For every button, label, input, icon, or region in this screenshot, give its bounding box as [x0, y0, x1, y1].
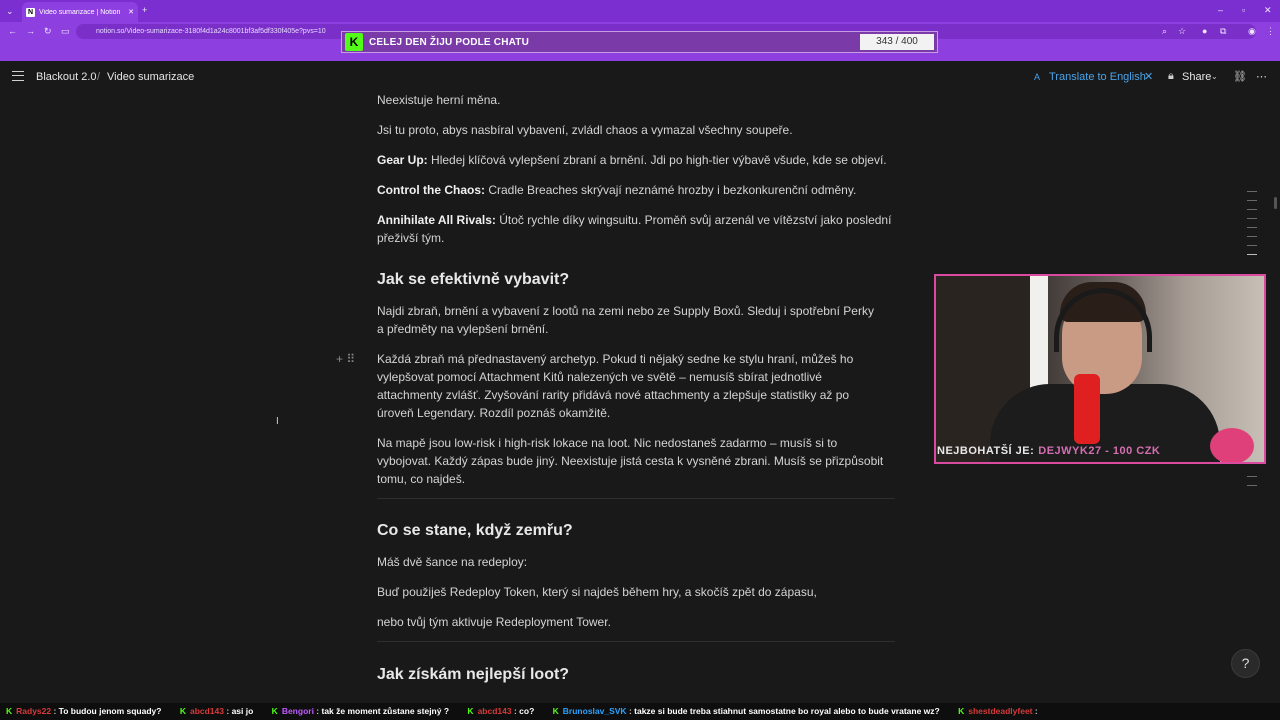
donor-value: DEJWYK27 - 100 CZK [1038, 445, 1161, 457]
goal-text: CELEJ DEN ŽIJU PODLE CHATU [369, 36, 530, 48]
translate-icon: A [1034, 72, 1041, 82]
bold-label: Control the Chaos: [377, 183, 485, 197]
chat-username: shestdeadlyfeet [968, 706, 1033, 716]
kick-badge-icon: K [271, 706, 278, 716]
share-button[interactable]: Share [1182, 71, 1211, 83]
breadcrumb-workspace[interactable]: Blackout 2.0 [36, 71, 97, 83]
breadcrumb-separator: / [97, 71, 101, 83]
extensions-puzzle-icon[interactable]: ⧉ [1220, 26, 1226, 36]
kick-badge-icon: K [467, 706, 474, 716]
block-drag-handle-icon[interactable]: + ⠿ [336, 352, 355, 366]
heading[interactable]: Jak se efektivně vybavit? [377, 271, 569, 289]
profile-avatar-icon[interactable]: ◉ [1248, 26, 1256, 36]
paragraph-text: Hledej klíčová vylepšení zbraní a brnění… [427, 153, 887, 167]
minimize-icon[interactable]: – [1218, 5, 1223, 15]
chat-username: abcd143 [477, 706, 512, 716]
chat-username: Bengori [281, 706, 314, 716]
notion-topbar: Blackout 2.0 / Video sumarizace A Transl… [0, 61, 1280, 93]
reload-icon[interactable]: ↻ [44, 26, 52, 36]
hamburger-menu-icon[interactable] [12, 71, 24, 81]
chat-username: Brunoslav_SVK [562, 706, 627, 716]
webcam-frame [934, 274, 1266, 464]
extension-icon[interactable]: ● [1202, 26, 1207, 36]
lock-icon: 🔒︎ [1168, 70, 1174, 82]
kick-logo-icon: K [345, 33, 363, 51]
breadcrumb-page[interactable]: Video sumarizace [107, 71, 194, 83]
chat-message: K Bengori : tak že moment zůstane stejný … [271, 706, 450, 716]
paragraph[interactable]: Gear Up: Hledej klíčová vylepšení zbraní… [377, 151, 892, 169]
scrollbar-thumb[interactable] [1274, 197, 1277, 209]
sidebar-toggle-icon[interactable]: ▭ [61, 26, 70, 36]
paragraph[interactable]: Buď použiješ Redeploy Token, který si na… [377, 583, 892, 601]
chat-message: Kshestdeadlyfeet : [958, 706, 1038, 716]
copy-link-icon[interactable]: ⛓︎ [1233, 70, 1247, 83]
paragraph[interactable]: Annihilate All Rivals: Útoč rychle díky … [377, 211, 897, 247]
chat-text: takze si bude treba stiahnut samostatne … [634, 706, 940, 716]
kick-badge-icon: K [958, 706, 965, 716]
back-icon[interactable]: ← [8, 26, 17, 36]
tab-menu-icon[interactable]: ⌄ [6, 6, 14, 16]
chat-message: K Radys22 : To budou jenom squady? [6, 706, 162, 716]
goal-count: 343 / 400 [860, 34, 934, 50]
chat-text: tak že moment zůstane stejný ? [321, 706, 450, 716]
divider [377, 641, 895, 642]
tab-title: Video sumarizace | Notion [39, 8, 121, 16]
chat-ticker: K Radys22 : To budou jenom squady? Kabcd1… [0, 703, 1280, 720]
browser-tab-bar: ⌄ N Video sumarizace | Notion ✕ + – ▫ ✕ [0, 0, 1280, 22]
bold-label: Annihilate All Rivals: [377, 213, 496, 227]
paragraph[interactable]: nebo tvůj tým aktivuje Redeployment Towe… [377, 613, 892, 631]
translate-button[interactable]: Translate to English [1049, 71, 1146, 83]
donor-label: NEJBOHATŠÍ JE: [937, 445, 1035, 457]
chat-username: Radys22 [16, 706, 52, 716]
translate-dismiss-icon[interactable]: ✕ [1144, 70, 1153, 83]
bookmark-star-icon[interactable]: ☆ [1178, 26, 1186, 36]
zoom-icon[interactable]: ⌕ [1162, 26, 1167, 36]
paragraph[interactable]: Každá zbraň má přednastavený archetyp. P… [377, 350, 889, 422]
browser-menu-icon[interactable]: ⋮ [1266, 26, 1275, 36]
browser-tab[interactable]: N Video sumarizace | Notion ✕ [22, 2, 138, 22]
chat-username: abcd143 [189, 706, 224, 716]
webcam-overlay [934, 274, 1266, 464]
chat-message: Kabcd143 : asi jo [179, 706, 254, 716]
heading[interactable]: Co se stane, když zemřu? [377, 522, 573, 540]
paragraph[interactable]: Máš dvě šance na redeploy: [377, 553, 892, 571]
stream-goal-overlay: K CELEJ DEN ŽIJU PODLE CHATU 343 / 400 [341, 31, 938, 53]
maximize-icon[interactable]: ▫ [1242, 5, 1245, 15]
chat-message: Kabcd143 : co? [467, 706, 535, 716]
paragraph-text: Cradle Breaches skrývají neznámé hrozby … [485, 183, 857, 197]
chevron-down-icon[interactable]: ⌄ [1211, 72, 1218, 81]
close-window-icon[interactable]: ✕ [1264, 5, 1272, 15]
chat-text: co? [519, 706, 535, 716]
bold-label: Gear Up: [377, 153, 428, 167]
paragraph[interactable]: Jsi tu proto, abys nasbíral vybavení, zv… [377, 121, 892, 139]
tab-close-icon[interactable]: ✕ [128, 8, 134, 16]
divider [377, 498, 895, 499]
chat-text: To budou jenom squady? [58, 706, 162, 716]
kick-badge-icon: K [179, 706, 186, 716]
new-tab-icon[interactable]: + [142, 5, 147, 15]
heading[interactable]: Jak získám nejlepší loot? [377, 666, 569, 684]
chat-message: K Brunoslav_SVK : takze si bude treba sti… [552, 706, 940, 716]
url-text: notion.so/Video-sumarizace-3180f4d1a24c8… [96, 28, 326, 35]
paragraph[interactable]: Control the Chaos: Cradle Breaches skrýv… [377, 181, 892, 199]
paragraph[interactable]: Na mapě jsou low-risk i high-risk lokace… [377, 434, 889, 488]
more-options-icon[interactable]: ⋯ [1256, 70, 1267, 83]
chat-text: asi jo [231, 706, 254, 716]
paragraph[interactable]: Najdi zbraň, brnění a vybavení z lootů n… [377, 302, 877, 338]
notion-favicon-icon: N [26, 7, 35, 17]
paragraph[interactable]: Neexistuje herní měna. [377, 91, 892, 109]
text-cursor-icon: I [276, 416, 279, 427]
top-donor-banner: NEJBOHATŠÍ JE: DEJWYK27 - 100 CZK [937, 445, 1217, 463]
help-button[interactable]: ? [1231, 649, 1260, 678]
forward-icon[interactable]: → [26, 26, 35, 36]
kick-badge-icon: K [552, 706, 559, 716]
kick-badge-icon: K [6, 706, 13, 716]
